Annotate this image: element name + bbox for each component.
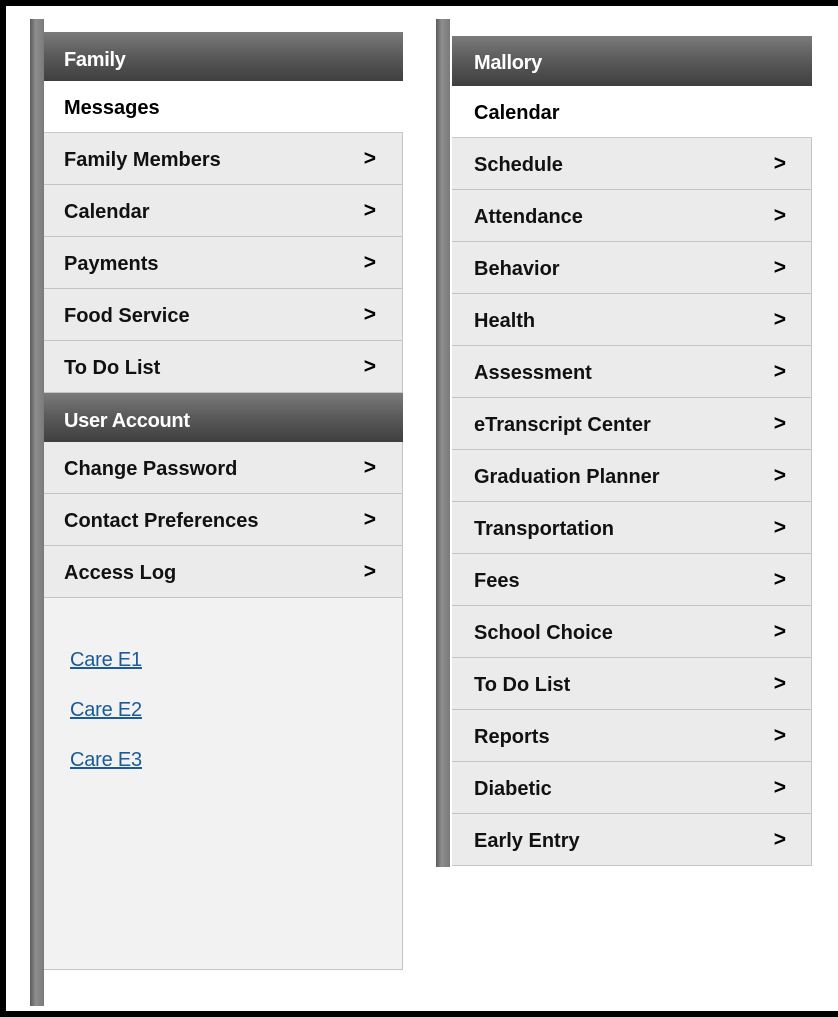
- chevron-right-icon: >: [363, 560, 376, 583]
- chevron-right-icon: >: [773, 256, 786, 279]
- menu-item-label: To Do List: [474, 674, 571, 696]
- menu-item-label: Graduation Planner: [474, 466, 660, 488]
- menu-item-change-password[interactable]: Change Password >: [44, 442, 403, 494]
- chevron-right-icon: >: [773, 152, 786, 175]
- family-panel: Family Messages Family Members > Calenda…: [44, 32, 403, 970]
- menu-item-contact-preferences[interactable]: Contact Preferences >: [44, 494, 403, 546]
- menu-item-health[interactable]: Health >: [452, 294, 812, 346]
- chevron-right-icon: >: [363, 456, 376, 479]
- menu-item-label: eTranscript Center: [474, 414, 651, 436]
- menu-item-early-entry[interactable]: Early Entry >: [452, 814, 812, 866]
- menu-item-attendance[interactable]: Attendance >: [452, 190, 812, 242]
- chevron-right-icon: >: [773, 516, 786, 539]
- menu-item-graduation-planner[interactable]: Graduation Planner >: [452, 450, 812, 502]
- user-account-header: User Account: [44, 393, 403, 442]
- menu-item-to-do-list[interactable]: To Do List >: [44, 341, 403, 393]
- menu-item-label: Contact Preferences: [64, 510, 259, 532]
- menu-item-access-log[interactable]: Access Log >: [44, 546, 403, 598]
- menu-item-label: School Choice: [474, 622, 613, 644]
- menu-item-label: Assessment: [474, 362, 592, 384]
- chevron-right-icon: >: [773, 204, 786, 227]
- chevron-right-icon: >: [363, 147, 376, 170]
- menu-item-to-do-list[interactable]: To Do List >: [452, 658, 812, 710]
- menu-item-school-choice[interactable]: School Choice >: [452, 606, 812, 658]
- menu-item-etranscript-center[interactable]: eTranscript Center >: [452, 398, 812, 450]
- left-panel-accent-bar: [30, 19, 44, 1006]
- student-calendar-link[interactable]: Calendar: [452, 86, 812, 138]
- menu-item-assessment[interactable]: Assessment >: [452, 346, 812, 398]
- menu-item-label: Attendance: [474, 206, 583, 228]
- menu-item-label: Fees: [474, 570, 520, 592]
- care-e3-link[interactable]: Care E3: [70, 749, 402, 772]
- right-panel-accent-bar: [436, 19, 450, 867]
- menu-item-label: Transportation: [474, 518, 615, 540]
- chevron-right-icon: >: [773, 360, 786, 383]
- student-header: Mallory: [452, 36, 812, 86]
- chevron-right-icon: >: [773, 308, 786, 331]
- menu-item-label: Reports: [474, 726, 550, 748]
- chevron-right-icon: >: [773, 672, 786, 695]
- care-links-box: Care E1 Care E2 Care E3: [44, 598, 403, 970]
- menu-item-label: Calendar: [64, 201, 150, 223]
- menu-item-label: Behavior: [474, 258, 560, 280]
- menu-item-label: Family Members: [64, 149, 221, 171]
- chevron-right-icon: >: [773, 412, 786, 435]
- chevron-right-icon: >: [363, 508, 376, 531]
- menu-item-diabetic[interactable]: Diabetic >: [452, 762, 812, 814]
- menu-item-label: Access Log: [64, 562, 177, 584]
- menu-item-label: Change Password: [64, 458, 238, 480]
- menu-item-transportation[interactable]: Transportation >: [452, 502, 812, 554]
- chevron-right-icon: >: [773, 464, 786, 487]
- chevron-right-icon: >: [773, 724, 786, 747]
- care-e2-link[interactable]: Care E2: [70, 699, 402, 722]
- menu-item-reports[interactable]: Reports >: [452, 710, 812, 762]
- menu-item-food-service[interactable]: Food Service >: [44, 289, 403, 341]
- chevron-right-icon: >: [773, 568, 786, 591]
- menu-item-label: Diabetic: [474, 778, 552, 800]
- chevron-right-icon: >: [363, 355, 376, 378]
- menu-item-label: Payments: [64, 253, 159, 275]
- chevron-right-icon: >: [773, 828, 786, 851]
- chevron-right-icon: >: [363, 199, 376, 222]
- student-panel: Mallory Calendar Schedule > Attendance >…: [452, 36, 812, 866]
- menu-item-payments[interactable]: Payments >: [44, 237, 403, 289]
- menu-item-label: Early Entry: [474, 830, 580, 852]
- menu-item-calendar[interactable]: Calendar >: [44, 185, 403, 237]
- menu-item-fees[interactable]: Fees >: [452, 554, 812, 606]
- chevron-right-icon: >: [363, 251, 376, 274]
- menu-item-label: Schedule: [474, 154, 563, 176]
- menu-item-label: Health: [474, 310, 536, 332]
- family-header: Family: [44, 32, 403, 81]
- menu-item-behavior[interactable]: Behavior >: [452, 242, 812, 294]
- chevron-right-icon: >: [363, 303, 376, 326]
- menu-item-label: Food Service: [64, 305, 190, 327]
- chevron-right-icon: >: [773, 620, 786, 643]
- menu-item-schedule[interactable]: Schedule >: [452, 138, 812, 190]
- messages-link[interactable]: Messages: [44, 81, 403, 133]
- chevron-right-icon: >: [773, 776, 786, 799]
- care-e1-link[interactable]: Care E1: [70, 649, 402, 672]
- menu-item-family-members[interactable]: Family Members >: [44, 133, 403, 185]
- menu-item-label: To Do List: [64, 357, 161, 379]
